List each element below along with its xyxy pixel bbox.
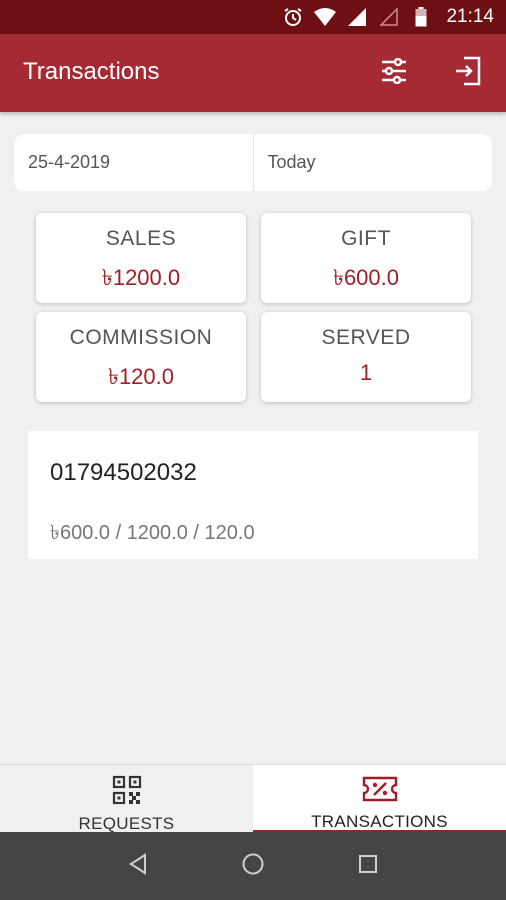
tab-transactions[interactable]: TRANSACTIONS: [253, 765, 506, 833]
commission-card: COMMISSION ৳120.0: [36, 312, 246, 402]
commission-value: ৳120.0: [107, 364, 174, 389]
date-picker[interactable]: 25-4-2019: [14, 134, 253, 191]
page-title: Transactions: [23, 58, 160, 85]
gift-card: GIFT ৳600.0: [261, 213, 471, 303]
tab-requests[interactable]: REQUESTS: [0, 765, 253, 833]
logout-button[interactable]: [449, 54, 487, 92]
signal-empty-icon: [378, 6, 400, 28]
sales-card: SALES ৳1200.0: [36, 213, 246, 303]
back-icon: [128, 852, 148, 880]
served-label: SERVED: [321, 326, 411, 349]
clock: 21:14: [446, 6, 494, 27]
gift-label: GIFT: [341, 227, 391, 250]
logout-icon: [454, 56, 482, 91]
date-filter: 25-4-2019 Today: [14, 134, 492, 191]
transaction-item[interactable]: 01794502032 ৳600.0 / 1200.0 / 120.0: [28, 431, 478, 559]
sales-label: SALES: [105, 227, 177, 250]
tab-transactions-label: TRANSACTIONS: [311, 812, 448, 831]
discount-ticket-icon: [362, 775, 398, 808]
recents-icon: [358, 854, 378, 879]
battery-icon: [410, 6, 432, 28]
gift-value: ৳600.0: [332, 265, 399, 290]
signal-icon: [346, 6, 368, 28]
bottom-navigation: REQUESTS TRANSACTIONS: [0, 764, 506, 833]
served-card: SERVED 1: [261, 312, 471, 402]
served-value: 1: [359, 360, 373, 385]
app-bar: Transactions: [0, 34, 506, 112]
status-bar: 21:14: [0, 0, 506, 34]
home-icon: [241, 852, 265, 881]
home-button[interactable]: [233, 846, 273, 886]
qr-code-icon: [112, 775, 142, 810]
filter-button[interactable]: [375, 54, 413, 92]
system-navigation-bar: [0, 832, 506, 900]
alarm-icon: [282, 6, 304, 28]
filter-sliders-icon: [380, 57, 408, 89]
transaction-phone: 01794502032: [50, 459, 197, 486]
period-selector[interactable]: Today: [252, 134, 493, 191]
transaction-amounts: ৳600.0 / 1200.0 / 120.0: [50, 522, 255, 544]
commission-label: COMMISSION: [69, 326, 213, 349]
recents-button[interactable]: [348, 846, 388, 886]
back-button[interactable]: [118, 846, 158, 886]
sales-value: ৳1200.0: [101, 265, 181, 290]
tab-requests-label: REQUESTS: [78, 814, 175, 833]
wifi-icon: [314, 6, 337, 28]
